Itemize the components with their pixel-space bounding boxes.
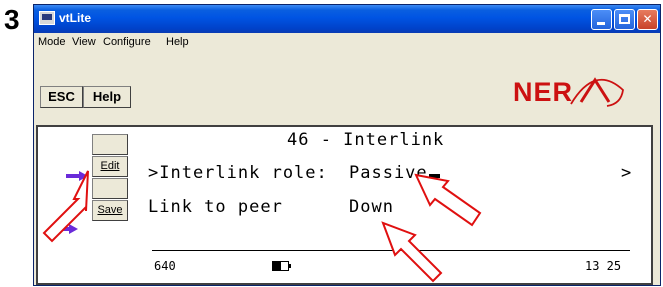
svg-text:NER: NER (513, 77, 573, 107)
menu-mode[interactable]: Mode (38, 36, 66, 48)
menu-view[interactable]: View (72, 36, 96, 48)
toolbar: ESC Help NER (34, 53, 660, 123)
interlink-role-label: >Interlink role: (148, 163, 328, 183)
callout-arrow-edit (42, 170, 89, 243)
minimize-button[interactable] (591, 9, 612, 30)
esc-button[interactable]: ESC (40, 86, 83, 108)
vtlite-window: vtLite ✕ Mode View Configure Help ESC He… (33, 4, 661, 286)
close-icon: ✕ (642, 12, 653, 26)
link-to-peer-label: Link to peer (148, 197, 283, 217)
menu-configure[interactable]: Configure (103, 36, 151, 48)
maximize-icon (619, 14, 630, 24)
battery-tip (289, 264, 291, 268)
menu-bar: Mode View Configure Help (34, 33, 660, 53)
next-arrow[interactable]: > (621, 163, 632, 183)
soft-key-1[interactable] (92, 134, 128, 155)
minimize-icon (597, 22, 605, 25)
footer-left-value: 640 (154, 259, 176, 273)
link-to-peer-value: Down (349, 197, 394, 217)
app-icon (39, 11, 55, 25)
battery-icon (272, 261, 289, 271)
nera-logo: NER (511, 70, 631, 110)
window-title: vtLite (59, 11, 92, 25)
maximize-button[interactable] (614, 9, 635, 30)
close-button[interactable]: ✕ (637, 9, 658, 30)
title-bar: vtLite ✕ (34, 5, 660, 33)
terminal-panel: Edit Save 46 - Interlink >Interlink role… (36, 125, 653, 285)
battery-level (273, 262, 282, 270)
help-button[interactable]: Help (83, 86, 131, 108)
step-number: 3 (4, 4, 20, 35)
edit-label: Edit (100, 160, 120, 172)
save-label: Save (97, 204, 123, 216)
footer-right-value: 13 25 (585, 259, 622, 273)
callout-arrow-down (381, 221, 443, 283)
menu-help[interactable]: Help (166, 36, 189, 48)
screen-header: 46 - Interlink (287, 130, 445, 150)
